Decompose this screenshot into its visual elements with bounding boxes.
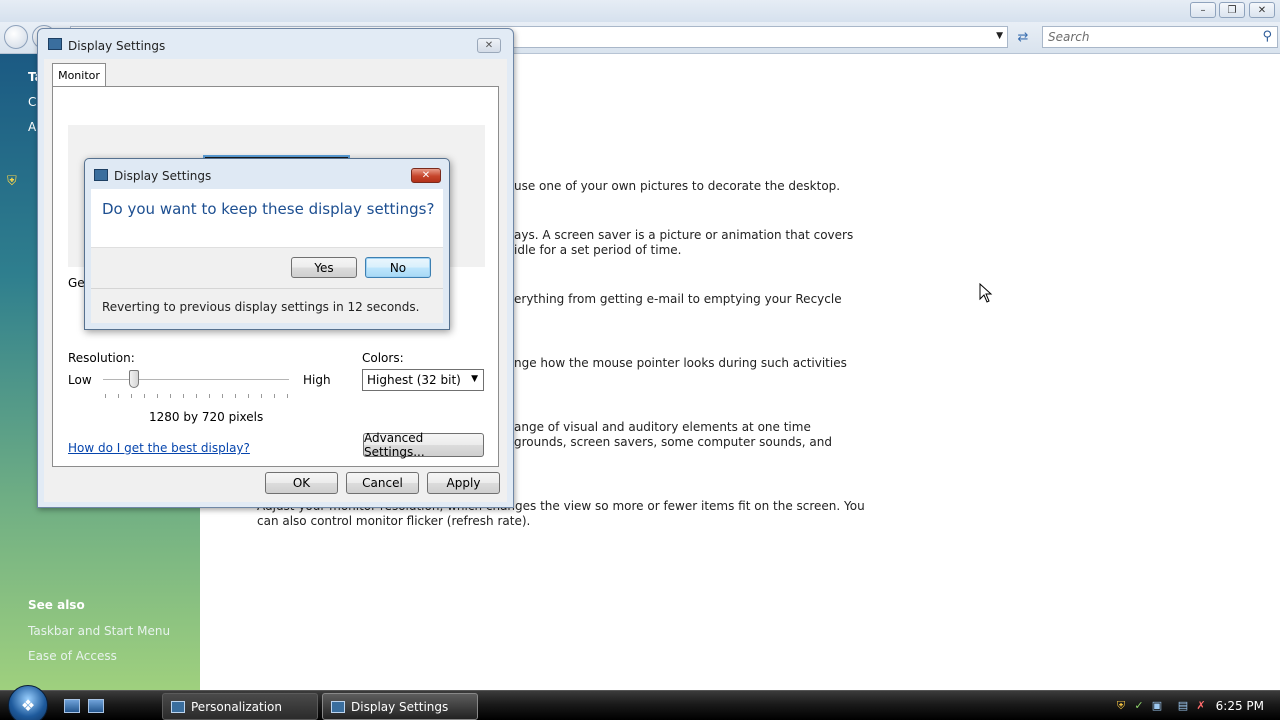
slider-ticks — [105, 394, 289, 398]
windows-logo-icon: ❖ — [20, 695, 36, 715]
ok-button[interactable]: OK — [265, 472, 338, 494]
security-shield-icon[interactable]: ⛨ — [1114, 699, 1128, 713]
resolution-low-label: Low — [68, 373, 92, 387]
sidebar-link-fragment[interactable]: C — [28, 95, 36, 109]
cancel-button[interactable]: Cancel — [346, 472, 419, 494]
taskbar-item-display-settings[interactable]: Display Settings — [322, 693, 478, 720]
resolution-label: Resolution: — [68, 351, 135, 365]
yes-button[interactable]: Yes — [291, 257, 357, 278]
close-button[interactable]: ✕ — [477, 38, 501, 53]
colors-label: Colors: — [362, 351, 404, 365]
close-button[interactable]: ✕ — [1249, 2, 1275, 18]
network-icon[interactable]: ▤ — [1176, 699, 1190, 713]
sync-icon[interactable]: ▣ — [1150, 699, 1164, 713]
refresh-button[interactable]: ⇄ — [1012, 26, 1034, 48]
resolution-value: 1280 by 720 pixels — [149, 410, 264, 424]
search-placeholder: Search — [1048, 30, 1090, 44]
dialog-question: Do you want to keep these display settin… — [102, 200, 435, 218]
switch-windows-icon[interactable] — [88, 699, 104, 713]
update-icon[interactable]: ✓ — [1132, 699, 1146, 713]
start-button[interactable]: ❖ — [8, 685, 48, 720]
help-link[interactable]: How do I get the best display? — [68, 441, 250, 455]
mouse-cursor-icon — [979, 283, 993, 303]
advanced-settings-button[interactable]: Advanced Settings... — [363, 431, 484, 459]
display-settings-description-2: can also control monitor flicker (refres… — [257, 514, 531, 528]
monitor-icon — [94, 169, 108, 181]
show-desktop-icon[interactable] — [64, 699, 80, 713]
clock[interactable]: 6:25 PM — [1216, 699, 1264, 713]
theme-description: ange of visual and auditory elements at … — [514, 420, 811, 434]
shield-icon: ⛨ — [7, 174, 17, 189]
chevron-down-icon: ▼ — [471, 374, 478, 384]
dialog-content: Do you want to keep these display settin… — [91, 189, 443, 247]
colors-select[interactable]: Highest (32 bit) ▼ — [362, 369, 484, 391]
dialog-title: Display Settings — [114, 169, 212, 183]
volume-muted-icon[interactable]: ✗ — [1194, 699, 1208, 713]
minimize-button[interactable]: – — [1190, 2, 1216, 18]
apply-button[interactable]: Apply — [427, 472, 500, 494]
theme-description-2: grounds, screen savers, some computer so… — [514, 435, 832, 449]
tab-monitor[interactable]: Monitor — [52, 63, 106, 87]
keep-settings-dialog: Display Settings ✕ Do you want to keep t… — [84, 158, 450, 330]
dialog-footer: Yes No Reverting to previous display set… — [91, 247, 443, 323]
close-button[interactable]: ✕ — [411, 168, 441, 183]
back-button[interactable] — [4, 25, 28, 49]
maximize-button[interactable]: ❐ — [1219, 2, 1245, 18]
restore-icon: ❐ — [1227, 4, 1237, 16]
display-settings-icon — [331, 700, 345, 713]
dialog-titlebar: Display Settings ✕ — [38, 29, 513, 59]
personalization-icon — [171, 700, 185, 713]
resolution-slider-thumb[interactable] — [129, 370, 139, 388]
monitor-icon — [48, 38, 62, 50]
system-tray: ⛨ ✓ ▣ ▤ ✗ 6:25 PM — [1108, 691, 1280, 720]
close-icon: ✕ — [421, 170, 431, 181]
taskbar-item-personalization[interactable]: Personalization — [162, 693, 318, 720]
search-icon[interactable]: ⚲ — [1262, 29, 1272, 44]
sidebar-item-taskbar[interactable]: Taskbar and Start Menu — [28, 624, 170, 638]
sidebar-link-fragment[interactable]: A — [28, 120, 36, 134]
minimize-icon: – — [1200, 4, 1206, 16]
divider — [91, 288, 443, 289]
desktop-background-description: use one of your own pictures to decorate… — [514, 179, 841, 193]
no-button[interactable]: No — [365, 257, 431, 278]
colors-value: Highest (32 bit) — [367, 373, 461, 387]
close-icon: ✕ — [484, 40, 494, 51]
taskbar-item-label: Display Settings — [351, 699, 449, 714]
screen-saver-description-2: idle for a set period of time. — [514, 243, 682, 257]
screen-saver-description: ays. A screen saver is a picture or anim… — [514, 228, 854, 242]
close-icon: ✕ — [1257, 4, 1267, 16]
resolution-high-label: High — [303, 373, 331, 387]
mouse-pointer-description: nge how the mouse pointer looks during s… — [514, 356, 847, 370]
sounds-description: erything from getting e-mail to emptying… — [514, 292, 842, 306]
window-titlebar: – ❐ ✕ — [0, 0, 1280, 22]
dialog-title: Display Settings — [68, 39, 166, 53]
sidebar-item-ease-of-access[interactable]: Ease of Access — [28, 649, 117, 663]
refresh-icon: ⇄ — [1017, 29, 1029, 45]
search-input[interactable]: Search ⚲ — [1042, 26, 1278, 48]
taskbar: ❖ Personalization Display Settings ⛨ ✓ ▣… — [0, 685, 1280, 720]
chevron-down-icon[interactable]: ▼ — [996, 31, 1003, 41]
taskbar-item-label: Personalization — [191, 699, 282, 714]
revert-countdown-text: Reverting to previous display settings i… — [102, 300, 420, 314]
see-also-heading: See also — [28, 598, 85, 612]
